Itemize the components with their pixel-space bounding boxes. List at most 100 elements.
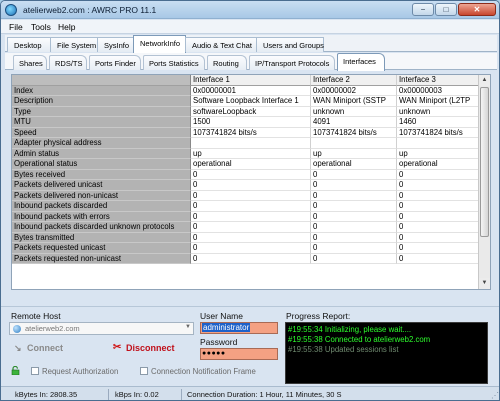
grid-row[interactable]: Packets delivered unicast 0 0 0 xyxy=(12,180,478,191)
interface-3-cell[interactable]: 0 xyxy=(397,222,478,233)
interface-2-cell[interactable]: operational xyxy=(311,159,397,170)
interface-3-cell[interactable]: 0 xyxy=(397,201,478,212)
column-header-interface-1[interactable]: Interface 1 xyxy=(191,75,311,86)
interface-3-cell[interactable]: 0 xyxy=(397,191,478,201)
grid-row[interactable]: Bytes received 0 0 0 xyxy=(12,169,478,180)
interface-3-cell[interactable]: 1460 xyxy=(397,117,478,128)
grid-row[interactable]: Bytes transmitted 0 0 0 xyxy=(12,232,478,243)
tab-ports-finder[interactable]: Ports Finder xyxy=(89,55,141,70)
interface-2-cell[interactable]: 0 xyxy=(311,169,397,180)
grid-row[interactable]: Inbound packets discarded unknown protoc… xyxy=(12,222,478,233)
scroll-up-arrow-icon[interactable]: ▲ xyxy=(479,75,490,86)
grid-row[interactable]: Packets requested unicast 0 0 0 xyxy=(12,243,478,254)
interface-1-cell[interactable] xyxy=(191,138,311,149)
interface-2-cell[interactable]: unknown xyxy=(311,106,397,117)
interface-2-cell[interactable]: 0 xyxy=(311,243,397,254)
interface-3-cell[interactable]: WAN Miniport (L2TP xyxy=(397,96,478,107)
interface-1-cell[interactable]: 0 xyxy=(191,211,311,222)
request-authorization-checkbox[interactable] xyxy=(31,367,39,375)
resize-grip-icon[interactable]: ⋰ xyxy=(491,391,499,400)
tab-networkinfo[interactable]: NetworkInfo xyxy=(133,35,186,53)
interface-2-cell[interactable]: 0 xyxy=(311,190,397,201)
chevron-down-icon[interactable]: ▼ xyxy=(185,324,191,330)
connection-notification-checkbox[interactable] xyxy=(140,367,148,375)
tab-audio-text-chat[interactable]: Audio & Text Chat xyxy=(185,37,257,52)
interface-3-cell[interactable]: 1073741824 bits/s xyxy=(397,128,478,138)
interface-1-cell[interactable]: 0 xyxy=(191,190,311,201)
grid-row[interactable]: Packets delivered non-unicast 0 0 0 xyxy=(12,190,478,201)
interface-1-cell[interactable]: 0 xyxy=(191,180,311,191)
minimize-button[interactable]: − xyxy=(412,3,434,16)
tab-file-system[interactable]: File System xyxy=(50,37,98,52)
interface-2-cell[interactable]: 0 xyxy=(311,222,397,233)
interface-2-cell[interactable]: 1073741824 bits/s xyxy=(311,127,397,138)
column-header-interface-2[interactable]: Interface 2 xyxy=(311,75,397,86)
tab-shares[interactable]: Shares xyxy=(13,55,47,70)
interface-3-cell[interactable]: 0 xyxy=(397,180,478,191)
interface-3-cell[interactable]: 0x00000003 xyxy=(397,86,478,96)
password-field[interactable]: ●●●●● xyxy=(200,348,278,360)
interface-2-cell[interactable] xyxy=(311,138,397,149)
grid-row[interactable]: Inbound packets with errors 0 0 0 xyxy=(12,211,478,222)
interface-2-cell[interactable]: 0 xyxy=(311,232,397,243)
maximize-button[interactable]: □ xyxy=(435,3,457,16)
menu-help[interactable]: Help xyxy=(58,22,75,32)
grid-row[interactable]: Speed 1073741824 bits/s 1073741824 bits/s 1… xyxy=(12,127,478,138)
interface-3-cell[interactable]: 0 xyxy=(397,243,478,254)
interface-2-cell[interactable]: 0x00000002 xyxy=(311,85,397,96)
grid-row[interactable]: Description Software Loopback Interface 1… xyxy=(12,96,478,107)
interface-1-cell[interactable]: 0 xyxy=(191,222,311,233)
scroll-thumb[interactable] xyxy=(480,87,489,237)
interface-3-cell[interactable]: unknown xyxy=(397,107,478,117)
interface-1-cell[interactable]: Software Loopback Interface 1 xyxy=(191,96,311,107)
scroll-down-arrow-icon[interactable]: ▼ xyxy=(479,278,490,289)
tab-routing[interactable]: Routing xyxy=(207,55,247,70)
close-button[interactable]: ✕ xyxy=(458,3,496,16)
menu-tools[interactable]: Tools xyxy=(31,22,51,32)
remote-host-combobox[interactable]: atelierweb2.com ▼ xyxy=(9,322,194,335)
interface-1-cell[interactable]: 0 xyxy=(191,243,311,254)
tab-interfaces[interactable]: Interfaces xyxy=(337,53,385,71)
interface-2-cell[interactable]: 0 xyxy=(311,180,397,191)
tab-ip-transport-protocols[interactable]: IP/Transport Protocols xyxy=(249,55,335,70)
interfaces-grid[interactable]: Interface 1 Interface 2 Interface 3 Inde… xyxy=(11,74,491,290)
menu-file[interactable]: File xyxy=(9,22,23,32)
connect-button[interactable]: ↘ Connect xyxy=(14,343,63,353)
interface-1-cell[interactable]: 0 xyxy=(191,169,311,180)
interface-1-cell[interactable]: 0x00000001 xyxy=(191,85,311,96)
grid-row[interactable]: Operational status operational operational… xyxy=(12,159,478,170)
grid-row[interactable]: Inbound packets discarded 0 0 0 xyxy=(12,201,478,212)
tab-users-and-groups[interactable]: Users and Groups xyxy=(256,37,324,52)
interface-3-cell[interactable]: 0 xyxy=(397,233,478,243)
interface-1-cell[interactable]: 1073741824 bits/s xyxy=(191,127,311,138)
tab-rds-ts[interactable]: RDS/TS xyxy=(49,55,87,70)
interface-1-cell[interactable]: 0 xyxy=(191,253,311,264)
interface-3-cell[interactable]: 0 xyxy=(397,212,478,222)
interface-2-cell[interactable]: 0 xyxy=(311,201,397,212)
interface-1-cell[interactable]: softwareLoopback xyxy=(191,106,311,117)
tab-sysinfo[interactable]: SysInfo xyxy=(97,37,134,52)
grid-row[interactable]: Admin status up up up xyxy=(12,148,478,159)
interface-2-cell[interactable]: up xyxy=(311,148,397,159)
grid-row[interactable]: Type softwareLoopback unknown unknown xyxy=(12,106,478,117)
title-bar[interactable]: atelierweb2.com : AWRC PRO 11.1 − □ ✕ xyxy=(1,1,499,19)
interface-1-cell[interactable]: 0 xyxy=(191,232,311,243)
grid-row[interactable]: Packets requested non-unicast 0 0 0 xyxy=(12,253,478,264)
interface-1-cell[interactable]: 0 xyxy=(191,201,311,212)
interface-3-cell[interactable]: operational xyxy=(397,159,478,170)
interface-2-cell[interactable]: 4091 xyxy=(311,117,397,128)
interface-2-cell[interactable]: WAN Miniport (SSTP xyxy=(311,96,397,107)
tab-ports-statistics[interactable]: Ports Statistics xyxy=(143,55,205,70)
grid-row[interactable]: MTU 1500 4091 1460 xyxy=(12,117,478,128)
interface-3-cell[interactable]: 0 xyxy=(397,254,478,264)
interface-1-cell[interactable]: operational xyxy=(191,159,311,170)
interface-3-cell[interactable] xyxy=(397,138,478,149)
interface-3-cell[interactable]: up xyxy=(397,149,478,159)
tab-desktop[interactable]: Desktop xyxy=(7,37,51,52)
interface-1-cell[interactable]: 1500 xyxy=(191,117,311,128)
grid-row[interactable]: Index 0x00000001 0x00000002 0x00000003 xyxy=(12,85,478,96)
interface-2-cell[interactable]: 0 xyxy=(311,211,397,222)
grid-vertical-scrollbar[interactable]: ▲ ▼ xyxy=(478,75,490,289)
grid-row[interactable]: Adapter physical address xyxy=(12,138,478,149)
interface-2-cell[interactable]: 0 xyxy=(311,253,397,264)
